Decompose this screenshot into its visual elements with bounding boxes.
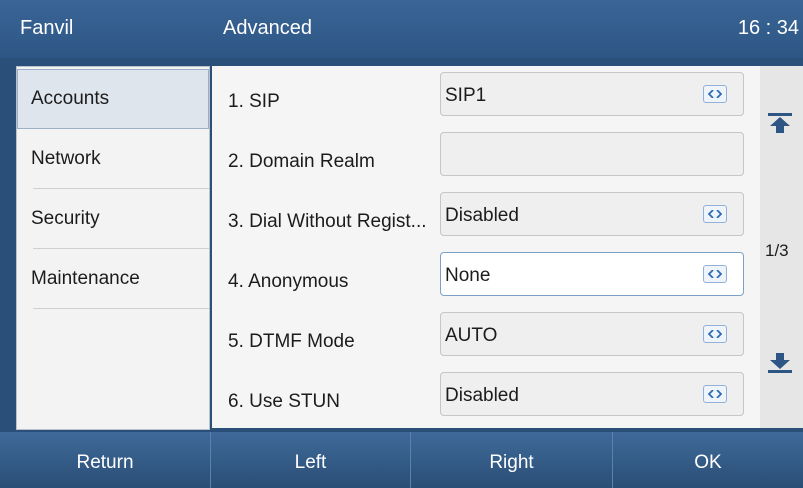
sidebar-item-accounts[interactable]: Accounts [17, 69, 209, 129]
right-button[interactable]: Right [410, 432, 612, 488]
setting-label-dtmf-mode: 5. DTMF Mode [228, 331, 355, 352]
page-down-icon[interactable] [766, 352, 794, 379]
setting-label-sip: 1. SIP [228, 91, 280, 112]
page-scroller: 1/3 [760, 66, 803, 428]
sidebar-item-label: Maintenance [31, 268, 140, 289]
sidebar-item-label: Security [31, 208, 100, 229]
sidebar-item-security[interactable]: Security [17, 189, 209, 249]
setting-label-dial-without-register: 3. Dial Without Regist... [228, 211, 427, 232]
brand-label: Fanvil [20, 17, 74, 39]
switch-arrows-icon[interactable] [703, 85, 727, 103]
field-value: AUTO [445, 325, 498, 346]
field-value: SIP1 [445, 85, 487, 106]
dtmf-mode-select[interactable]: AUTO [440, 312, 744, 356]
page-indicator: 1/3 [765, 241, 789, 260]
switch-arrows-icon[interactable] [703, 325, 727, 343]
setting-label-domain-realm: 2. Domain Realm [228, 151, 375, 172]
divider [33, 308, 209, 309]
switch-arrows-icon[interactable] [703, 385, 727, 403]
use-stun-select[interactable]: Disabled [440, 372, 744, 416]
domain-realm-input[interactable] [440, 132, 744, 176]
sidebar: Accounts Network Security Maintenance [16, 66, 210, 430]
setting-label-use-stun: 6. Use STUN [228, 391, 340, 412]
sidebar-item-maintenance[interactable]: Maintenance [17, 249, 209, 309]
softkey-bar: Return Left Right OK [0, 432, 803, 488]
sidebar-item-label: Accounts [31, 88, 110, 109]
left-button[interactable]: Left [210, 432, 410, 488]
switch-arrows-icon[interactable] [703, 205, 727, 223]
anonymous-select[interactable]: None [440, 252, 744, 296]
page-title: Advanced [223, 17, 312, 39]
phone-screen: Fanvil Advanced 16 : 34 Accounts Network… [0, 0, 803, 488]
sidebar-item-network[interactable]: Network [17, 129, 209, 189]
setting-label-anonymous: 4. Anonymous [228, 271, 349, 292]
return-button[interactable]: Return [0, 432, 210, 488]
ok-button[interactable]: OK [612, 432, 803, 488]
status-bar: Fanvil Advanced 16 : 34 [0, 0, 803, 58]
field-value: Disabled [445, 385, 519, 406]
clock: 16 : 34 [737, 17, 799, 39]
field-value: Disabled [445, 205, 519, 226]
switch-arrows-icon[interactable] [703, 265, 727, 283]
dial-without-register-select[interactable]: Disabled [440, 192, 744, 236]
page-up-icon[interactable] [766, 112, 794, 139]
field-value: None [445, 265, 491, 286]
sidebar-item-label: Network [31, 148, 101, 169]
settings-panel: 1. SIP SIP1 2. Domain Realm 3. Dial With… [212, 66, 760, 428]
sip-select[interactable]: SIP1 [440, 72, 744, 116]
